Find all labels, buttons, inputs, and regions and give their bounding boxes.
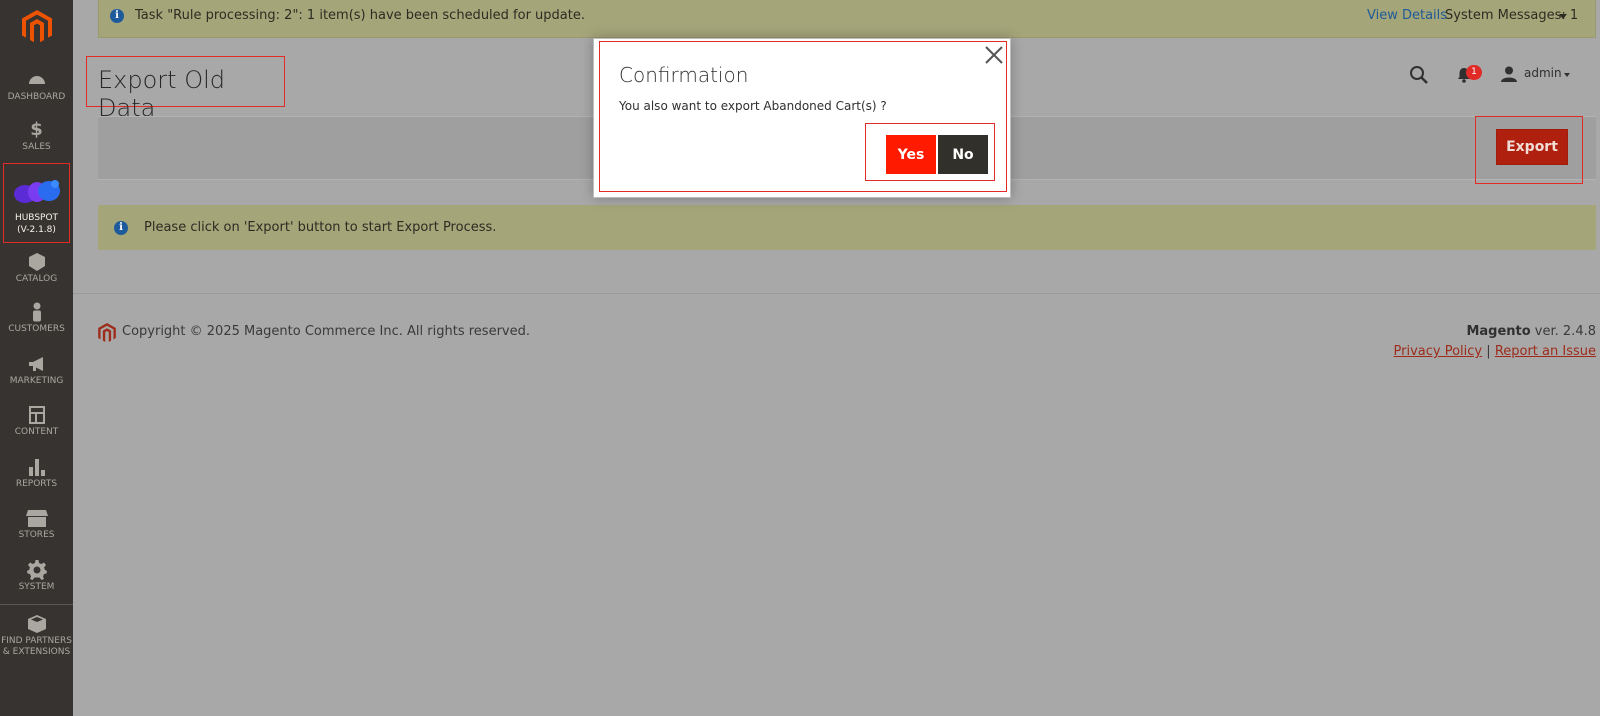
layout-icon [0, 405, 73, 425]
page-title: Export Old Data [98, 66, 225, 122]
sidebar-item-dashboard[interactable]: DASHBOARD [0, 70, 73, 103]
search-icon[interactable] [1409, 65, 1429, 89]
admin-user-menu[interactable]: admin [1524, 66, 1562, 80]
dashboard-icon [0, 70, 73, 90]
gear-icon [0, 560, 73, 580]
store-icon [0, 508, 73, 528]
info-icon: i [110, 9, 124, 23]
sidebar-item-marketing[interactable]: MARKETING [0, 354, 73, 387]
hubspot-logo-icon [4, 178, 69, 206]
view-details-link[interactable]: View Details [1367, 8, 1447, 23]
page-title-highlight: Export Old Data [86, 56, 285, 122]
sidebar-item-stores[interactable]: STORES [0, 508, 73, 541]
export-button[interactable]: Export [1496, 129, 1568, 165]
modal-message: You also want to export Abandoned Cart(s… [619, 99, 887, 113]
sidebar-item-label: CONTENT [14, 427, 59, 437]
magento-footer-logo-icon [98, 323, 116, 347]
box-icon [0, 252, 73, 272]
sidebar-item-find-partners[interactable]: FIND PARTNERS & EXTENSIONS [0, 614, 73, 658]
report-issue-link[interactable]: Report an Issue [1495, 344, 1596, 359]
sidebar-item-customers[interactable]: CUSTOMERS [0, 302, 73, 335]
chevron-down-icon[interactable] [1564, 73, 1570, 77]
sidebar-item-content[interactable]: CONTENT [0, 405, 73, 438]
magento-logo-icon[interactable] [22, 10, 52, 44]
yes-button[interactable]: Yes [886, 135, 936, 174]
system-message-bar: i Task "Rule processing: 2": 1 item(s) h… [98, 0, 1596, 38]
footer-separator: | [1486, 344, 1491, 359]
sidebar-item-label: SALES [22, 142, 51, 152]
sidebar-item-label: FIND PARTNERS [1, 636, 72, 646]
brand-name: Magento [1466, 324, 1531, 339]
sidebar-item-sales[interactable]: $ SALES [0, 120, 73, 153]
info-icon: i [114, 221, 128, 235]
system-message-text: Task "Rule processing: 2": 1 item(s) hav… [135, 8, 585, 23]
sidebar-item-system[interactable]: SYSTEM [0, 560, 73, 593]
confirmation-modal: Confirmation You also want to export Aba… [593, 38, 1011, 198]
sidebar-item-sublabel: (V-2.1.8) [17, 225, 56, 235]
megaphone-icon [0, 354, 73, 374]
export-notice-text: Please click on 'Export' button to start… [144, 220, 497, 235]
sidebar-item-label: MARKETING [9, 376, 64, 386]
privacy-policy-link[interactable]: Privacy Policy [1394, 344, 1483, 359]
extensions-box-icon [0, 614, 73, 634]
modal-title: Confirmation [619, 63, 749, 87]
chevron-down-icon[interactable] [1559, 14, 1567, 19]
person-icon [0, 302, 73, 322]
version-number: ver. 2.4.8 [1530, 324, 1596, 339]
modal-buttons-highlight: Yes No [865, 123, 995, 181]
dollar-icon: $ [30, 119, 43, 140]
sidebar-item-label: CATALOG [15, 274, 58, 284]
version-text: Magento ver. 2.4.8 [1466, 324, 1596, 339]
copyright-text: Copyright © 2025 Magento Commerce Inc. A… [122, 324, 530, 339]
admin-sidebar: DASHBOARD $ SALES HUBSPOT (V-2.1.8) CATA… [0, 0, 73, 716]
footer-divider [73, 293, 1600, 294]
sidebar-item-label: SYSTEM [18, 582, 55, 592]
sidebar-item-label: REPORTS [15, 479, 58, 489]
bar-chart-icon [0, 457, 73, 477]
sidebar-divider [0, 604, 73, 605]
sidebar-item-label: STORES [18, 530, 55, 540]
user-icon[interactable] [1501, 66, 1517, 86]
export-notice: i Please click on 'Export' button to sta… [98, 205, 1596, 250]
no-button[interactable]: No [938, 135, 988, 174]
sidebar-item-catalog[interactable]: CATALOG [0, 252, 73, 285]
sidebar-item-sublabel: & EXTENSIONS [2, 647, 71, 657]
sidebar-item-hubspot[interactable]: HUBSPOT (V-2.1.8) [3, 163, 70, 243]
sidebar-item-reports[interactable]: REPORTS [0, 457, 73, 490]
sidebar-item-label: HUBSPOT [14, 213, 59, 223]
footer-links: Privacy Policy | Report an Issue [1394, 344, 1596, 359]
sidebar-item-label: CUSTOMERS [8, 324, 65, 334]
close-icon[interactable] [983, 44, 1005, 66]
export-button-highlight: Export [1475, 116, 1583, 184]
sidebar-item-label: DASHBOARD [7, 92, 66, 102]
notifications-badge[interactable]: 1 [1466, 65, 1482, 80]
